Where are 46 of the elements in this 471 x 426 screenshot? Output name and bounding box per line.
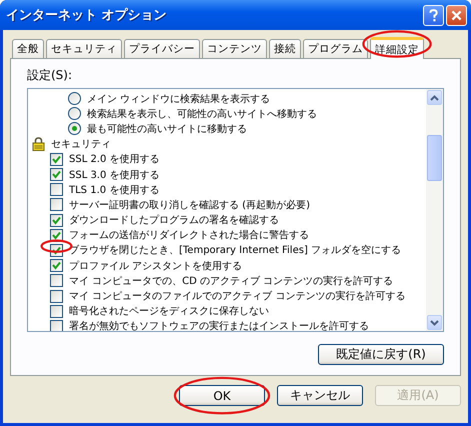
scroll-up-icon[interactable] (427, 90, 442, 105)
checkbox[interactable] (50, 183, 63, 196)
tab[interactable]: コンテンツ (202, 39, 267, 58)
checkbox[interactable] (50, 152, 63, 166)
checkbox[interactable] (50, 198, 63, 212)
lock-icon (32, 137, 45, 152)
option-label: TLS 1.0 を使用する (69, 184, 160, 197)
checkbox[interactable] (50, 304, 63, 318)
option-label: 検索結果を表示し、可能性の高いサイトへ移動する (87, 108, 317, 121)
checkbox[interactable] (50, 290, 63, 303)
option-label: フォームの送信がリダイレクトされた場合に警告する (69, 228, 309, 242)
checkbox[interactable] (50, 259, 63, 272)
reset-button[interactable]: 既定値に戻す(R) (318, 344, 444, 365)
option-label: SSL 2.0 を使用する (69, 153, 160, 166)
option-label: ダウンロードしたプログラムの署名を確認する (69, 214, 279, 228)
radio-button[interactable] (68, 107, 81, 120)
checkbox[interactable] (50, 168, 63, 182)
radio-button[interactable] (68, 92, 81, 106)
tab[interactable]: プログラム (303, 39, 368, 58)
scroll-thumb[interactable] (427, 135, 442, 181)
radio-button[interactable] (68, 122, 81, 136)
checkbox[interactable] (50, 320, 63, 331)
settings-label: 設定(S): (27, 67, 74, 84)
dialog-button[interactable]: OK (179, 385, 265, 406)
option-label: 暗号化されたページをディスクに保存しない (69, 304, 269, 318)
help-icon[interactable] (423, 4, 444, 26)
option-label: 最も可能性の高いサイトに移動する (87, 122, 247, 136)
option-label: メイン ウィンドウに検索結果を表示する (87, 92, 270, 106)
option-label: 署名が無効でもソフトウェアの実行またはインストールを許可する (69, 320, 369, 331)
option-label: プロファイル アシスタントを使用する (69, 260, 242, 273)
option-label: サーバー証明書の取り消しを確認する (再起動が必要) (69, 198, 310, 212)
dialog-button[interactable]: キャンセル (277, 385, 363, 406)
tab[interactable]: セキュリティ (46, 39, 122, 58)
tab[interactable]: 接続 (269, 39, 301, 58)
close-icon[interactable] (446, 4, 467, 26)
scrollbar[interactable] (426, 89, 443, 331)
tab[interactable]: プライバシー (124, 39, 200, 58)
option-label: SSL 3.0 を使用する (69, 168, 160, 182)
tab[interactable]: 全般 (12, 39, 44, 58)
scroll-down-icon[interactable] (427, 315, 442, 330)
option-label: マイ コンピュータでの、CD のアクティブ コンテンツの実行を許可する (69, 274, 394, 288)
group-label: セキュリティ (51, 138, 111, 152)
checkbox[interactable] (50, 274, 63, 288)
window-title: インターネット オプション (6, 6, 168, 24)
option-label: マイ コンピュータのファイルでのアクティブ コンテンツの実行を許可する (69, 290, 406, 304)
checkbox[interactable] (50, 214, 63, 227)
